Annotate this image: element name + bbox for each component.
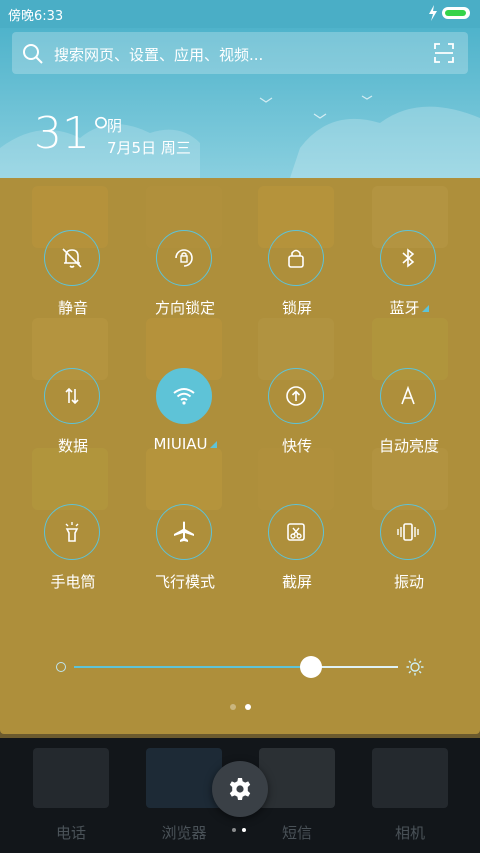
dock-label: 相机 — [394, 824, 425, 842]
dock-label: 短信 — [281, 824, 312, 842]
toggle-wifi[interactable]: MIUIAU — [130, 368, 240, 478]
brightness-thumb[interactable] — [299, 656, 322, 678]
dock-label: 浏览器 — [161, 824, 207, 842]
brightness-low-icon — [56, 662, 66, 672]
airplane-icon — [156, 504, 212, 560]
weather-condition: 阴 — [107, 117, 123, 135]
dock-label: 电话 — [55, 824, 86, 842]
toggle-label: 振动 — [393, 573, 424, 591]
screenshot-icon — [268, 504, 324, 560]
more-indicator-icon — [421, 305, 429, 312]
battery-icon — [442, 7, 470, 19]
weather-date: 7月5日 周三 — [107, 139, 191, 157]
vibrate-icon — [380, 504, 436, 560]
toggle-flashlight[interactable]: 手电筒 — [18, 504, 128, 614]
toggle-label: MIUIAU — [153, 435, 208, 453]
auto-brightness-icon — [380, 368, 436, 424]
toggle-quick-share[interactable]: 快传 — [242, 368, 352, 478]
toggle-label: 数据 — [57, 437, 88, 455]
toggle-vibrate[interactable]: 振动 — [354, 504, 464, 614]
toggle-label: 蓝牙 — [389, 299, 420, 317]
dock-page-dot-active — [242, 828, 246, 832]
header: 搜索网页、设置、应用、视频... 31° 阴 7月5日 周三 — [0, 28, 480, 178]
brightness-slider[interactable] — [50, 654, 430, 680]
dock-page-dot — [232, 828, 236, 832]
status-time: 傍晚6:33 — [8, 9, 64, 24]
toggle-label: 快传 — [281, 437, 312, 455]
flashlight-icon — [44, 504, 100, 560]
page-indicator-dot-active — [245, 704, 251, 710]
weather-temperature: 31° — [34, 108, 112, 159]
charging-icon — [429, 5, 437, 21]
settings-button[interactable] — [212, 761, 268, 817]
camera-icon[interactable] — [372, 748, 448, 808]
wifi-icon — [156, 368, 212, 424]
toggle-airplane-mode[interactable]: 飞行模式 — [130, 504, 240, 614]
toggle-screenshot[interactable]: 截屏 — [242, 504, 352, 614]
toggle-mute[interactable]: 静音 — [18, 230, 128, 340]
toggle-label: 截屏 — [281, 573, 312, 591]
toggle-lock-screen[interactable]: 锁屏 — [242, 230, 352, 340]
toggle-auto-brightness[interactable]: 自动亮度 — [354, 368, 464, 478]
toggle-label: 手电筒 — [50, 573, 96, 591]
toggle-mobile-data[interactable]: 数据 — [18, 368, 128, 478]
toggle-rotation-lock[interactable]: 方向锁定 — [130, 230, 240, 340]
message-icon[interactable] — [259, 748, 335, 808]
toggle-label: 锁屏 — [281, 299, 312, 317]
toggle-label: 静音 — [57, 299, 88, 317]
toggle-bluetooth[interactable]: 蓝牙 — [354, 230, 464, 340]
gear-icon — [229, 778, 251, 800]
brightness-fill — [74, 666, 311, 668]
page-indicator-dot — [230, 704, 236, 710]
rotation-lock-icon — [156, 230, 212, 286]
bluetooth-icon — [380, 230, 436, 286]
more-indicator-icon — [209, 441, 217, 448]
brightness-high-icon — [406, 658, 424, 676]
scan-icon[interactable] — [434, 43, 454, 63]
lock-icon — [268, 230, 324, 286]
phone-icon[interactable] — [33, 748, 109, 808]
search-icon — [23, 44, 43, 64]
toggle-label: 方向锁定 — [154, 299, 215, 317]
status-bar: 傍晚6:33 — [0, 0, 480, 28]
control-center-panel: 静音 方向锁定 锁屏 蓝牙 数据 MIUIAU 快传 自动亮度 手电筒 飞行模式… — [0, 178, 480, 734]
bell-off-icon — [44, 230, 100, 286]
search-placeholder: 搜索网页、设置、应用、视频... — [54, 46, 264, 64]
browser-icon[interactable] — [146, 748, 222, 808]
toggle-label: 自动亮度 — [378, 437, 439, 455]
mobile-data-icon — [44, 368, 100, 424]
share-icon — [268, 368, 324, 424]
search-bar[interactable]: 搜索网页、设置、应用、视频... — [12, 32, 468, 74]
toggle-label: 飞行模式 — [154, 573, 215, 591]
